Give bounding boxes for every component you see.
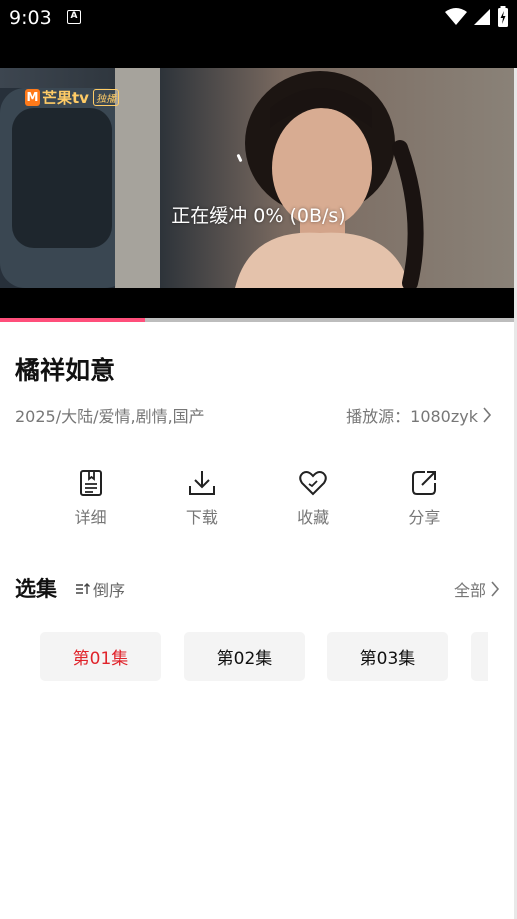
- all-episodes-button[interactable]: 全部: [454, 577, 500, 601]
- notification-a-icon: A: [67, 10, 81, 24]
- download-label: 下载: [185, 508, 218, 527]
- share-label: 分享: [408, 508, 441, 527]
- buffering-text: 正在缓冲 0% (0B/s): [171, 205, 346, 227]
- all-episodes-label: 全部: [453, 581, 486, 600]
- download-button[interactable]: 下载: [146, 468, 257, 528]
- share-icon: [412, 471, 437, 495]
- video-player[interactable]: M 芒果tv 独播 正在缓冲 0% (0B/s): [0, 68, 517, 320]
- favorite-icon: [299, 471, 327, 496]
- status-bar: 9:03 A: [0, 0, 517, 68]
- battery-icon: [498, 6, 508, 27]
- detail-icon: [79, 470, 102, 496]
- show-title: 橘祥如意: [15, 356, 116, 385]
- playback-progress-fill: [0, 318, 145, 322]
- source-label: 播放源：1080zyk: [346, 407, 478, 426]
- channel-logo: M 芒果tv 独播: [25, 87, 119, 108]
- sort-order-button[interactable]: 倒序: [75, 577, 125, 601]
- player-letterbox: [0, 288, 517, 320]
- episode-item[interactable]: 第03集: [327, 632, 448, 681]
- status-icons: [445, 6, 509, 28]
- share-button[interactable]: 分享: [369, 468, 480, 528]
- episode-item[interactable]: 第01集: [40, 632, 161, 681]
- chevron-right-icon: [491, 581, 500, 597]
- chevron-right-icon: [483, 407, 492, 423]
- favorite-button[interactable]: 收藏: [258, 468, 369, 528]
- action-row: 详细 下载 收藏 分享: [35, 468, 480, 528]
- detail-label: 详细: [74, 508, 107, 527]
- logo-mark: M: [25, 89, 40, 106]
- show-meta: 2025/大陆/爱情,剧情,国产: [15, 407, 205, 426]
- episode-heading: 选集: [15, 577, 57, 601]
- wifi-icon: [445, 8, 467, 25]
- detail-button[interactable]: 详细: [35, 468, 146, 528]
- status-time: 9:03: [9, 7, 52, 29]
- episode-header: 选集 倒序 全部: [15, 573, 500, 603]
- signal-icon: [474, 9, 490, 25]
- sort-order-label: 倒序: [93, 581, 126, 600]
- episode-item-partial[interactable]: [471, 632, 488, 681]
- sort-icon: [76, 583, 90, 594]
- episode-item[interactable]: 第02集: [184, 632, 305, 681]
- episode-list: 第01集 第02集 第03集: [40, 632, 488, 681]
- logo-text: 芒果tv: [42, 89, 89, 107]
- playback-progress-bar[interactable]: [0, 318, 517, 322]
- source-selector[interactable]: 播放源：1080zyk: [346, 403, 492, 427]
- logo-badge: 独播: [92, 89, 119, 106]
- download-icon: [188, 471, 215, 495]
- favorite-label: 收藏: [297, 508, 330, 527]
